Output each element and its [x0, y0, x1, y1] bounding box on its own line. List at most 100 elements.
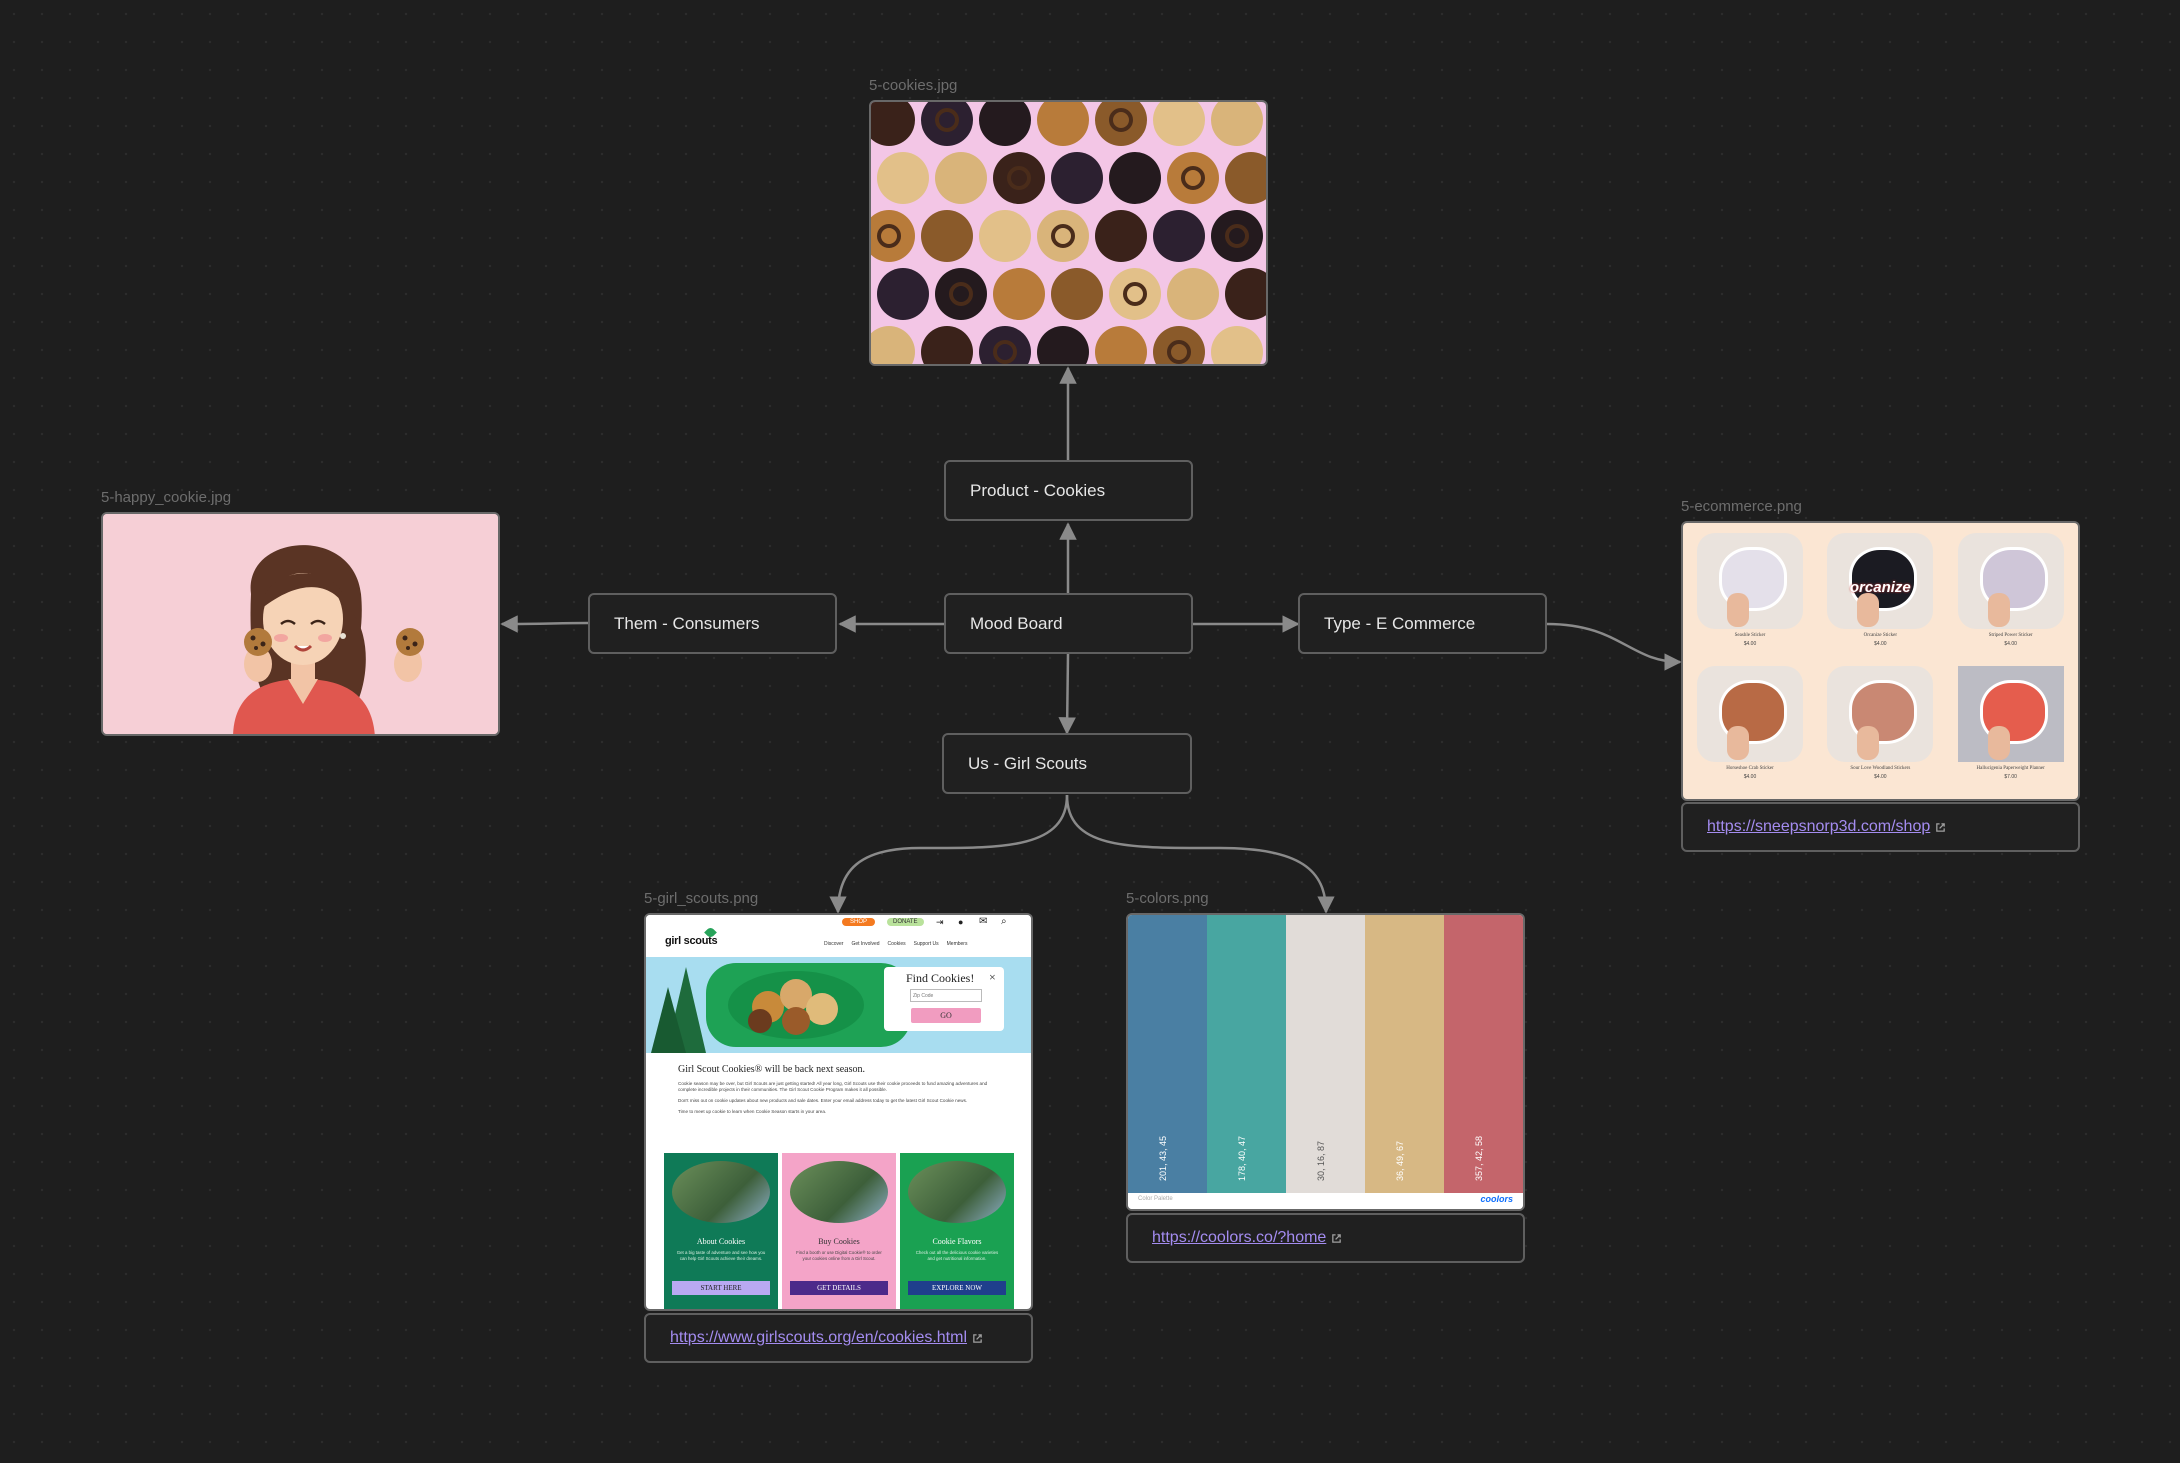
us-girl-scouts-label: Us - Girl Scouts: [968, 753, 1088, 773]
ecommerce-product-photo: [1957, 666, 2064, 762]
happy-cookie-image-node[interactable]: [101, 512, 500, 736]
gs-zip-input[interactable]: [910, 989, 982, 1002]
girl-scouts-link-node[interactable]: https://www.girlscouts.org/en/cookies.ht…: [644, 1313, 1033, 1363]
gs-card-title: About Cookies: [696, 1237, 746, 1246]
ecommerce-product-photo: [1697, 533, 1803, 629]
cookie-shape: [1051, 268, 1103, 320]
girl-scouts-link[interactable]: https://www.girlscouts.org/en/cookies.ht…: [670, 1329, 967, 1347]
us-girl-scouts-node[interactable]: Us - Girl Scouts: [942, 733, 1192, 794]
product-cookies-node[interactable]: Product - Cookies: [944, 460, 1193, 521]
gs-paragraphs: Cookie season may be over, but Girl Scou…: [678, 1081, 998, 1120]
cookie-shape: [921, 210, 973, 262]
gs-card-button[interactable]: START HERE: [672, 1281, 770, 1295]
gs-card-button[interactable]: GET DETAILS: [790, 1281, 888, 1295]
color-swatch[interactable]: 178, 40, 47: [1207, 915, 1286, 1193]
ecommerce-product-name: Hallucigenia Paperweight Planner: [1976, 766, 2045, 771]
cookie-shape: [993, 268, 1045, 320]
ecommerce-product-name: Orcanize Sticker: [1863, 633, 1898, 638]
type-ecommerce-node[interactable]: Type - E Commerce: [1298, 593, 1547, 654]
ecommerce-product[interactable]: orcanize Orcanize Sticker $4.00: [1821, 533, 1943, 662]
edge-us-to-girlscouts: [829, 794, 1069, 914]
color-swatch-value: 178, 40, 47: [1237, 1135, 1248, 1181]
cookies-file-label: 5-cookies.jpg: [869, 77, 958, 94]
girl-scouts-file-label: 5-girl_scouts.png: [644, 890, 759, 907]
gs-nav-item[interactable]: Get Involved: [851, 941, 879, 947]
external-link-icon: [1936, 822, 1946, 832]
gs-card[interactable]: Buy Cookies Find a booth or use Digital C…: [782, 1153, 896, 1309]
ecommerce-product-price: $7.00: [2004, 774, 2017, 780]
gs-cards: About Cookies Get a big taste of adventur…: [664, 1153, 1014, 1309]
gs-card[interactable]: About Cookies Get a big taste of adventur…: [664, 1153, 778, 1309]
ecommerce-product[interactable]: Striped Power Sticker $4.00: [1952, 533, 2074, 662]
gs-search-icon[interactable]: ⌕: [1001, 916, 1007, 927]
color-swatch[interactable]: 30, 16, 87: [1286, 915, 1365, 1193]
product-cookies-label: Product - Cookies: [970, 480, 1106, 500]
cookie-shape: [877, 268, 929, 320]
color-swatch[interactable]: 357, 42, 58: [1444, 915, 1523, 1193]
ecommerce-product[interactable]: Hallucigenia Paperweight Planner $7.00: [1952, 666, 2074, 795]
cookie-shape: [1211, 210, 1263, 262]
ecommerce-product-name: Striped Power Sticker: [1988, 633, 2033, 638]
gs-donate-button[interactable]: DONATE: [887, 918, 924, 926]
ecommerce-product[interactable]: Sour Love Woodland Stickers $4.00: [1821, 666, 1943, 795]
gs-mail-icon[interactable]: ✉: [979, 916, 987, 927]
happy-cookie-illustration: [103, 514, 498, 734]
gs-find-title: Find Cookies!: [906, 971, 975, 985]
ecommerce-image-node[interactable]: Seashle Sticker $4.00 orcanize Orcanize Sti…: [1681, 521, 2080, 801]
ecommerce-product[interactable]: Seashle Sticker $4.00: [1691, 533, 1813, 662]
cookie-shape: [993, 152, 1045, 204]
edge-mood-to-us: [1058, 653, 1076, 735]
external-link-icon: [1332, 1233, 1342, 1243]
ecommerce-product-price: $4.00: [1874, 774, 1887, 780]
mood-board-node[interactable]: Mood Board: [944, 593, 1193, 654]
edge-them-to-happy: [500, 615, 589, 633]
gs-nav-item[interactable]: Discover: [824, 941, 843, 947]
ecommerce-link[interactable]: https://sneepsnorp3d.com/shop: [1707, 818, 1930, 836]
gs-nav-item[interactable]: Members: [947, 941, 968, 947]
cookies-photo: [871, 102, 1266, 364]
cookie-shape: [1109, 268, 1161, 320]
cookie-shape: [1095, 210, 1147, 262]
gs-header: SHOP DONATE ⇥ ● ✉ ⌕ girl scouts Discover…: [646, 915, 1031, 958]
ecommerce-product-price: $4.00: [2004, 641, 2017, 647]
colors-link-node[interactable]: https://coolors.co/?home: [1126, 1213, 1525, 1263]
gs-card-photo: [908, 1161, 1006, 1223]
gs-headline: Girl Scout Cookies® will be back next se…: [678, 1064, 866, 1075]
gs-signin-icon[interactable]: ⇥: [936, 917, 944, 928]
cookie-shape: [877, 152, 929, 204]
coolors-logo: coolors: [1480, 1194, 1513, 1204]
cookie-shape: [1037, 210, 1089, 262]
gs-card[interactable]: Cookie Flavors Check out all the deliciou…: [900, 1153, 1014, 1309]
colors-file-label: 5-colors.png: [1126, 890, 1209, 907]
ecommerce-product-photo: [1957, 533, 2064, 629]
ecommerce-product-photo: [1697, 666, 1803, 762]
girl-scouts-image-node[interactable]: SHOP DONATE ⇥ ● ✉ ⌕ girl scouts Discover…: [644, 913, 1033, 1311]
ecommerce-product[interactable]: Horseshoe Crab Sticker $4.00: [1691, 666, 1813, 795]
ecommerce-product-grid: Seashle Sticker $4.00 orcanize Orcanize Sti…: [1691, 533, 2074, 795]
gs-paragraph: Cookie season may be over, but Girl Scou…: [678, 1081, 988, 1092]
gs-shop-button[interactable]: SHOP: [842, 918, 876, 926]
ecommerce-link-node[interactable]: https://sneepsnorp3d.com/shop: [1681, 802, 2080, 852]
colors-image-node[interactable]: 201, 43, 45 178, 40, 47 30, 16, 87 36, 49, …: [1126, 913, 1525, 1211]
gs-paragraph: Time to meet up cookie to learn when Coo…: [678, 1109, 827, 1114]
gs-nav-item[interactable]: Cookies: [888, 941, 906, 947]
ecommerce-product-name: Horseshoe Crab Sticker: [1726, 766, 1774, 771]
mood-board-label: Mood Board: [970, 613, 1063, 633]
gs-card-button[interactable]: EXPLORE NOW: [908, 1281, 1006, 1295]
gs-close-icon[interactable]: ×: [989, 970, 996, 985]
color-swatch-value: 30, 16, 87: [1316, 1140, 1327, 1181]
cookie-shape: [935, 268, 987, 320]
gs-location-icon[interactable]: ●: [958, 917, 963, 927]
gs-nav-item[interactable]: Support Us: [914, 941, 939, 947]
color-palette: 201, 43, 45 178, 40, 47 30, 16, 87 36, 49, …: [1128, 915, 1523, 1193]
colors-link[interactable]: https://coolors.co/?home: [1152, 1229, 1326, 1247]
gs-go-button[interactable]: GO: [911, 1008, 981, 1023]
color-swatch[interactable]: 201, 43, 45: [1128, 915, 1207, 1193]
color-swatch[interactable]: 36, 49, 67: [1365, 915, 1444, 1193]
gs-hero: Find Cookies! × GO: [646, 957, 1031, 1053]
cookie-shape: [1051, 152, 1103, 204]
them-consumers-node[interactable]: Them - Consumers: [588, 593, 837, 654]
cookies-image-node[interactable]: [869, 100, 1268, 366]
type-ecommerce-label: Type - E Commerce: [1324, 613, 1476, 633]
gs-card-text: Check out all the delicious cookie varie…: [915, 1250, 999, 1261]
